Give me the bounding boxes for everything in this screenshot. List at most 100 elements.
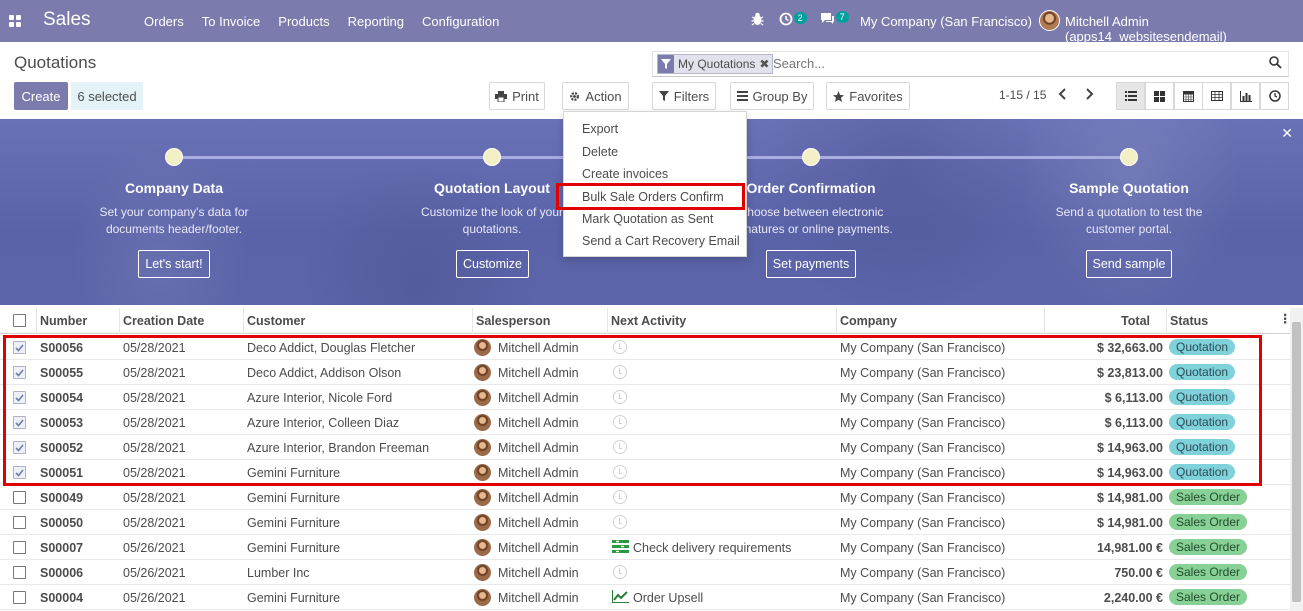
activity-icon[interactable]: 2 — [779, 12, 810, 29]
graph-view-button[interactable] — [1231, 82, 1260, 110]
menu-configuration[interactable]: Configuration — [422, 14, 499, 29]
menu-to-invoice[interactable]: To Invoice — [202, 14, 261, 29]
customer-name: Deco Addict, Douglas Fletcher — [247, 341, 416, 355]
filters-button[interactable]: Filters — [652, 82, 716, 110]
search-input[interactable] — [773, 56, 1253, 71]
favorites-button[interactable]: Favorites — [826, 82, 910, 110]
column-company[interactable]: Company — [840, 314, 897, 328]
column-creation-date[interactable]: Creation Date — [123, 314, 204, 328]
activity-view-button[interactable] — [1260, 82, 1289, 110]
column-number[interactable]: Number — [40, 314, 87, 328]
row-checkbox[interactable] — [13, 416, 26, 429]
calendar-view-button[interactable] — [1174, 82, 1203, 110]
row-checkbox[interactable] — [13, 541, 26, 554]
search-icon[interactable] — [1269, 56, 1282, 72]
table-row[interactable]: S00052 05/28/2021 Azure Interior, Brandon … — [0, 435, 1290, 460]
row-checkbox[interactable] — [13, 366, 26, 379]
pager-value[interactable]: 1-15 / 15 — [999, 88, 1046, 102]
menu-item-send-cart-recovery-email[interactable]: Send a Cart Recovery Email — [582, 234, 740, 248]
row-checkbox[interactable] — [13, 566, 26, 579]
print-button[interactable]: Print — [489, 82, 545, 110]
clock-icon[interactable] — [613, 490, 627, 504]
clock-icon[interactable] — [613, 340, 627, 354]
next-activity[interactable]: Order Upsell — [633, 591, 703, 605]
table-row[interactable]: S00051 05/28/2021 Gemini Furniture Mitchell… — [0, 460, 1290, 485]
company-name: My Company (San Francisco) — [840, 416, 1006, 430]
row-checkbox[interactable] — [13, 391, 26, 404]
row-checkbox[interactable] — [13, 591, 26, 604]
search-facet: My Quotations ✖ — [657, 54, 774, 74]
pivot-view-button[interactable] — [1202, 82, 1231, 110]
table-row[interactable]: S00053 05/28/2021 Azure Interior, Colleen … — [0, 410, 1290, 435]
group-by-button[interactable]: Group By — [730, 82, 814, 110]
user-menu[interactable]: Mitchell Admin (apps14_websitesendemail) — [1065, 14, 1303, 44]
salesperson-name: Mitchell Admin — [498, 441, 579, 455]
table-row[interactable]: S00007 05/26/2021 Gemini Furniture Mitchell… — [0, 535, 1290, 560]
table-row[interactable]: S00004 05/26/2021 Gemini Furniture Mitchell… — [0, 585, 1290, 610]
scrollbar-thumb[interactable] — [1292, 322, 1301, 602]
table-row[interactable]: S00006 05/26/2021 Lumber Inc Mitchell Admin… — [0, 560, 1290, 585]
table-row[interactable]: S00056 05/28/2021 Deco Addict, Douglas Fle… — [0, 335, 1290, 360]
salesperson-avatar — [474, 389, 491, 406]
delivery-icon — [612, 540, 629, 553]
column-customer[interactable]: Customer — [247, 314, 305, 328]
create-button[interactable]: Create — [14, 82, 68, 110]
send-sample-button[interactable]: Send sample — [1086, 250, 1172, 278]
messages-icon[interactable]: 7 — [820, 11, 852, 28]
table-row[interactable]: S00050 05/28/2021 Gemini Furniture Mitchell… — [0, 510, 1290, 535]
app-brand[interactable]: Sales — [43, 9, 91, 31]
company-name: My Company (San Francisco) — [840, 516, 1006, 530]
menu-orders[interactable]: Orders — [144, 14, 184, 29]
menu-item-export[interactable]: Export — [582, 122, 618, 136]
kanban-view-button[interactable] — [1145, 82, 1174, 110]
clock-icon[interactable] — [613, 365, 627, 379]
column-status[interactable]: Status — [1170, 314, 1208, 328]
calendar-icon — [1183, 91, 1194, 102]
row-checkbox[interactable] — [13, 341, 26, 354]
menu-item-delete[interactable]: Delete — [582, 145, 618, 159]
clock-icon[interactable] — [613, 440, 627, 454]
pager-previous-icon[interactable] — [1058, 88, 1068, 103]
menu-reporting[interactable]: Reporting — [348, 14, 404, 29]
clock-icon[interactable] — [613, 565, 627, 579]
top-navbar: Sales Orders To Invoice Products Reporti… — [0, 0, 1303, 44]
row-checkbox[interactable] — [13, 516, 26, 529]
bug-icon[interactable] — [751, 12, 764, 29]
list-view-button[interactable] — [1116, 82, 1145, 110]
search-bar: My Quotations ✖ — [652, 51, 1289, 77]
clock-icon[interactable] — [613, 390, 627, 404]
action-button[interactable]: Action — [562, 82, 629, 110]
row-checkbox[interactable] — [13, 491, 26, 504]
clock-icon[interactable] — [613, 515, 627, 529]
company-switcher[interactable]: My Company (San Francisco) — [860, 14, 1032, 29]
row-checkbox[interactable] — [13, 441, 26, 454]
facet-remove-icon[interactable]: ✖ — [759, 57, 772, 71]
column-total[interactable]: Total — [1121, 314, 1150, 328]
scrollbar[interactable] — [1290, 308, 1303, 611]
menu-products[interactable]: Products — [278, 14, 329, 29]
company-name: My Company (San Francisco) — [840, 441, 1006, 455]
select-all-checkbox[interactable] — [13, 314, 26, 327]
menu-item-mark-quotation-as-sent[interactable]: Mark Quotation as Sent — [582, 212, 713, 226]
set-payments-button[interactable]: Set payments — [766, 250, 856, 278]
pager-next-icon[interactable] — [1084, 88, 1094, 103]
table-row[interactable]: S00055 05/28/2021 Deco Addict, Addison Ols… — [0, 360, 1290, 385]
column-salesperson[interactable]: Salesperson — [476, 314, 550, 328]
clock-icon[interactable] — [613, 415, 627, 429]
clock-icon — [1268, 90, 1281, 102]
user-avatar[interactable] — [1039, 10, 1060, 31]
close-icon[interactable]: ✕ — [1281, 125, 1293, 142]
table-row[interactable]: S00049 05/28/2021 Gemini Furniture Mitchell… — [0, 485, 1290, 510]
clock-icon[interactable] — [613, 465, 627, 479]
row-checkbox[interactable] — [13, 466, 26, 479]
column-next-activity[interactable]: Next Activity — [611, 314, 686, 328]
filter-icon — [658, 91, 669, 101]
step-dot — [1120, 148, 1138, 166]
menu-item-bulk-sale-orders-confirm[interactable]: Bulk Sale Orders Confirm — [582, 190, 724, 204]
menu-item-create-invoices[interactable]: Create invoices — [582, 167, 668, 181]
apps-menu-icon[interactable] — [9, 15, 21, 27]
next-activity[interactable]: Check delivery requirements — [633, 541, 791, 555]
customize-button[interactable]: Customize — [456, 250, 529, 278]
lets-start-button[interactable]: Let's start! — [138, 250, 210, 278]
table-row[interactable]: S00054 05/28/2021 Azure Interior, Nicole F… — [0, 385, 1290, 410]
